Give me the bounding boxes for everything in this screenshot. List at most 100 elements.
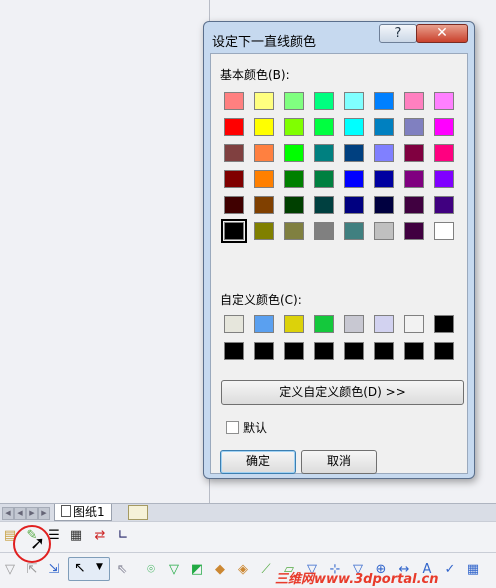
basic-color-swatch[interactable] (404, 170, 424, 188)
filter-axes-icon[interactable]: ⟋ (258, 562, 274, 578)
basic-color-swatch[interactable] (344, 196, 364, 214)
basic-color-swatch[interactable] (284, 92, 304, 110)
basic-color-swatch[interactable] (344, 170, 364, 188)
filter-toggle-icon[interactable]: ⇱ (24, 562, 40, 578)
custom-color-swatch[interactable] (434, 342, 454, 360)
basic-color-swatch[interactable] (254, 144, 274, 162)
box-select-icon[interactable]: ⇖ (114, 562, 130, 578)
basic-color-swatch[interactable] (434, 144, 454, 162)
basic-color-swatch[interactable] (221, 219, 247, 243)
custom-color-swatch[interactable] (374, 315, 394, 333)
filter-faces-icon[interactable]: ◩ (189, 562, 205, 578)
basic-color-swatch[interactable] (314, 170, 334, 188)
line-style-icon[interactable]: ▦ (68, 528, 84, 544)
basic-color-swatch[interactable] (404, 144, 424, 162)
pointer-icon: ↖ (74, 560, 86, 576)
select-filter-icon[interactable]: ⇲ (46, 562, 62, 578)
basic-color-swatch[interactable] (404, 222, 424, 240)
basic-color-swatch[interactable] (434, 196, 454, 214)
filter-icon[interactable]: ▽ (2, 562, 18, 578)
custom-color-swatch[interactable] (284, 342, 304, 360)
custom-color-swatch[interactable] (224, 315, 244, 333)
custom-color-swatch[interactable] (404, 342, 424, 360)
basic-color-swatch[interactable] (314, 92, 334, 110)
prev-sheet-icon[interactable]: ◀ (14, 507, 26, 520)
basic-color-swatch[interactable] (434, 170, 454, 188)
sheet-tab-label: 图纸1 (73, 505, 105, 519)
basic-color-swatch[interactable] (254, 222, 274, 240)
filter-surfaces-icon[interactable]: ◆ (212, 562, 228, 578)
basic-color-swatch[interactable] (254, 170, 274, 188)
basic-color-swatch[interactable] (284, 222, 304, 240)
custom-color-swatch[interactable] (224, 342, 244, 360)
custom-color-swatch[interactable] (344, 342, 364, 360)
basic-color-swatch[interactable] (224, 196, 244, 214)
basic-color-swatch[interactable] (434, 92, 454, 110)
basic-color-swatch[interactable] (404, 196, 424, 214)
custom-color-swatch[interactable] (254, 315, 274, 333)
define-custom-colors-button[interactable]: 定义自定义颜色(D) >> (221, 380, 464, 405)
custom-color-swatch[interactable] (314, 342, 334, 360)
select-dropdown[interactable]: ↖ ▼ (68, 557, 110, 581)
basic-color-swatch[interactable] (224, 118, 244, 136)
hide-show-edges-icon[interactable]: ⇄ (92, 528, 108, 544)
basic-color-swatch[interactable] (434, 118, 454, 136)
filter-notes-icon[interactable]: ✓ (442, 562, 458, 578)
basic-color-swatch[interactable] (314, 118, 334, 136)
basic-color-swatch[interactable] (374, 144, 394, 162)
basic-color-swatch[interactable] (284, 118, 304, 136)
basic-color-swatch[interactable] (224, 144, 244, 162)
help-button[interactable]: ? (379, 24, 417, 43)
filter-vertices-icon[interactable]: ⌾ (143, 562, 159, 578)
chevron-down-icon: ▼ (96, 562, 103, 572)
cancel-button[interactable]: 取消 (301, 450, 377, 474)
default-checkbox[interactable] (226, 421, 239, 434)
basic-color-swatch[interactable] (254, 118, 274, 136)
custom-color-swatch[interactable] (254, 342, 274, 360)
basic-color-swatch[interactable] (224, 92, 244, 110)
custom-color-swatch[interactable] (314, 315, 334, 333)
basic-color-swatch[interactable] (284, 144, 304, 162)
add-sheet-icon[interactable] (128, 505, 148, 520)
basic-color-swatch[interactable] (374, 118, 394, 136)
basic-color-swatch[interactable] (254, 92, 274, 110)
basic-color-swatch[interactable] (254, 196, 274, 214)
color-display-mode-icon[interactable]: ∟ (115, 528, 131, 544)
custom-color-swatch[interactable] (374, 342, 394, 360)
basic-color-swatch[interactable] (314, 196, 334, 214)
basic-color-swatch[interactable] (344, 118, 364, 136)
last-sheet-icon[interactable]: ▶ (38, 507, 50, 520)
ok-button[interactable]: 确定 (220, 450, 296, 474)
filter-solids-icon[interactable]: ◈ (235, 562, 251, 578)
filter-edges-icon[interactable]: ▽ (166, 562, 182, 578)
basic-color-swatch[interactable] (344, 222, 364, 240)
basic-color-swatch[interactable] (374, 170, 394, 188)
basic-colors-label: 基本颜色(B): (220, 68, 290, 82)
custom-color-swatch[interactable] (344, 315, 364, 333)
basic-color-swatch[interactable] (434, 222, 454, 240)
basic-color-swatch[interactable] (404, 92, 424, 110)
basic-color-swatch[interactable] (374, 222, 394, 240)
line-format-toolbar: ▤ ✎ ☰ ▦ ⇄ ∟ (0, 521, 496, 552)
dialog-title: 设定下一直线颜色 (212, 35, 317, 50)
custom-colors-label: 自定义颜色(C): (220, 293, 302, 307)
basic-color-swatch[interactable] (344, 144, 364, 162)
watermark: 三维网www.3dportal.cn (275, 572, 439, 587)
basic-color-swatch[interactable] (224, 170, 244, 188)
close-button[interactable]: ✕ (416, 24, 468, 43)
custom-color-swatch[interactable] (284, 315, 304, 333)
basic-color-swatch[interactable] (314, 222, 334, 240)
basic-color-swatch[interactable] (344, 92, 364, 110)
sheet-tab[interactable]: 图纸1 (54, 504, 112, 521)
filter-tables-icon[interactable]: ▦ (465, 562, 481, 578)
custom-color-swatch[interactable] (434, 315, 454, 333)
first-sheet-icon[interactable]: ◀ (2, 507, 14, 520)
basic-color-swatch[interactable] (314, 144, 334, 162)
custom-color-swatch[interactable] (404, 315, 424, 333)
basic-color-swatch[interactable] (374, 92, 394, 110)
basic-color-swatch[interactable] (284, 170, 304, 188)
basic-color-swatch[interactable] (284, 196, 304, 214)
next-sheet-icon[interactable]: ▶ (26, 507, 38, 520)
basic-color-swatch[interactable] (374, 196, 394, 214)
basic-color-swatch[interactable] (404, 118, 424, 136)
